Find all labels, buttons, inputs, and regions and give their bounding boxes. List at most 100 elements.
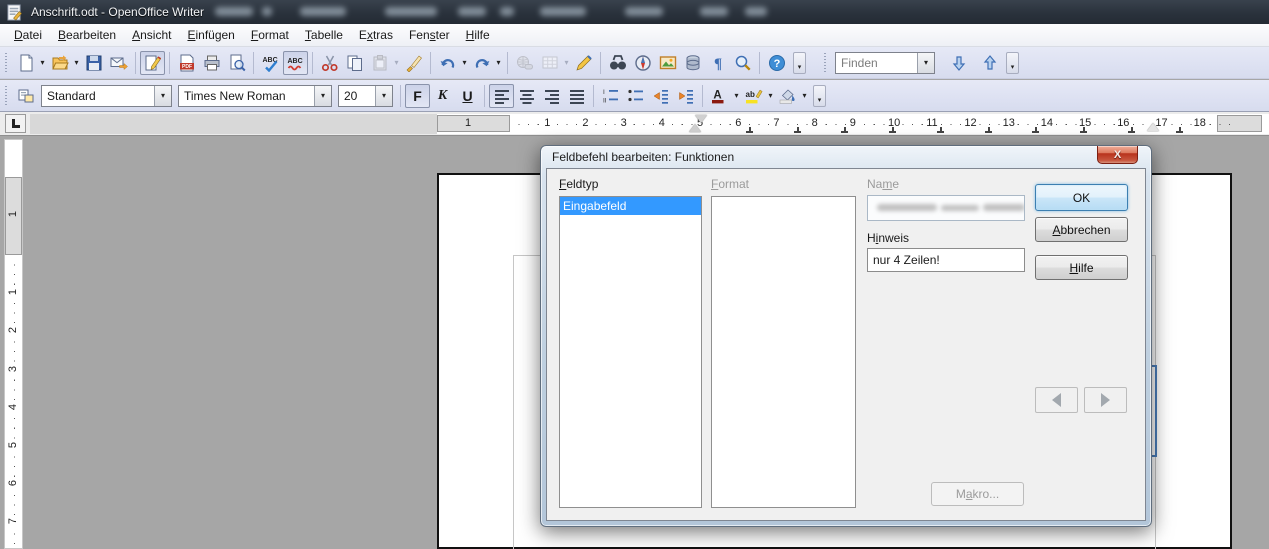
highlighting-button[interactable]: ab bbox=[741, 84, 766, 108]
numbered-list-button[interactable]: III bbox=[598, 84, 623, 108]
format-listbox[interactable] bbox=[711, 196, 856, 508]
zoom-button[interactable] bbox=[730, 51, 755, 75]
find-toolbar-grip[interactable] bbox=[823, 53, 828, 73]
font-color-dropdown[interactable]: ▾ bbox=[732, 91, 741, 100]
menu-einfgen[interactable]: Einfügen bbox=[179, 25, 242, 45]
open-document-button[interactable] bbox=[47, 51, 72, 75]
auto-spellcheck-button[interactable]: ABC bbox=[283, 51, 308, 75]
dialog-title: Feldbefehl bearbeiten: Funktionen bbox=[552, 150, 734, 164]
menu-format[interactable]: Format bbox=[243, 25, 297, 45]
format-paintbrush-button[interactable] bbox=[401, 51, 426, 75]
highlighting-dropdown[interactable]: ▾ bbox=[766, 91, 775, 100]
font-color-button[interactable]: A bbox=[707, 84, 732, 108]
toolbar-overflow-button[interactable]: ▾ bbox=[813, 85, 826, 107]
tab-stop-marker[interactable] bbox=[1128, 129, 1135, 133]
feldtyp-listbox[interactable]: Eingabefeld bbox=[559, 196, 702, 508]
menu-tabelle[interactable]: Tabelle bbox=[297, 25, 351, 45]
tab-stop-marker[interactable] bbox=[937, 129, 944, 133]
tab-stop-marker[interactable] bbox=[1080, 129, 1087, 133]
tab-stop-marker[interactable] bbox=[746, 129, 753, 133]
ok-button[interactable]: OK bbox=[1035, 184, 1128, 211]
increase-indent-button[interactable] bbox=[673, 84, 698, 108]
find-next-button[interactable] bbox=[946, 51, 971, 75]
edit-mode-button[interactable] bbox=[140, 51, 165, 75]
menu-hilfe[interactable]: Hilfe bbox=[458, 25, 498, 45]
horizontal-ruler[interactable]: 1123456789101112131415161718 bbox=[30, 114, 1269, 134]
help-button[interactable]: ? bbox=[764, 51, 789, 75]
open-document-dropdown[interactable]: ▾ bbox=[72, 58, 81, 67]
undo-button[interactable] bbox=[435, 51, 460, 75]
print-button[interactable] bbox=[199, 51, 224, 75]
align-justify-button[interactable] bbox=[564, 84, 589, 108]
bullet-list-button[interactable] bbox=[623, 84, 648, 108]
tab-stop-marker[interactable] bbox=[1176, 129, 1183, 133]
font-name-dropdown[interactable]: ▾ bbox=[314, 86, 331, 106]
vertical-ruler[interactable]: 11234567 bbox=[4, 139, 23, 549]
font-name-combobox[interactable]: Times New Roman ▾ bbox=[178, 85, 332, 107]
dialog-close-button[interactable]: X bbox=[1097, 146, 1138, 164]
draw-functions-button[interactable] bbox=[571, 51, 596, 75]
tab-stop-marker[interactable] bbox=[1032, 129, 1039, 133]
menu-fenster[interactable]: Fenster bbox=[401, 25, 458, 45]
background-color-dropdown[interactable]: ▾ bbox=[800, 91, 809, 100]
underline-button[interactable]: U bbox=[455, 84, 480, 108]
font-name-value[interactable]: Times New Roman bbox=[179, 89, 314, 103]
italic-button[interactable]: K bbox=[430, 84, 455, 108]
data-sources-icon bbox=[684, 54, 702, 72]
toolbar-grip[interactable] bbox=[4, 86, 9, 106]
align-center-button[interactable] bbox=[514, 84, 539, 108]
tab-stop-marker[interactable] bbox=[841, 129, 848, 133]
menu-bearbeiten[interactable]: Bearbeiten bbox=[50, 25, 124, 45]
toolbar-grip[interactable] bbox=[4, 53, 9, 73]
tab-stop-marker[interactable] bbox=[985, 129, 992, 133]
find-combobox[interactable]: Finden ▾ bbox=[835, 52, 935, 74]
paragraph-style-value[interactable]: Standard bbox=[42, 89, 154, 103]
find-toolbar-overflow-button[interactable]: ▾ bbox=[1006, 52, 1019, 74]
gallery-button[interactable] bbox=[655, 51, 680, 75]
email-document-button[interactable] bbox=[106, 51, 131, 75]
toolbar-overflow-button[interactable]: ▾ bbox=[793, 52, 806, 74]
new-document-button[interactable] bbox=[13, 51, 38, 75]
bold-button[interactable]: F bbox=[405, 84, 430, 108]
formatting-marks-button[interactable]: ¶ bbox=[705, 51, 730, 75]
spellcheck-button[interactable]: ABC bbox=[258, 51, 283, 75]
paragraph-style-dropdown[interactable]: ▾ bbox=[154, 86, 171, 106]
background-color-button[interactable] bbox=[775, 84, 800, 108]
list-item[interactable]: Eingabefeld bbox=[560, 197, 701, 215]
svg-text:¶: ¶ bbox=[713, 56, 721, 72]
redo-dropdown[interactable]: ▾ bbox=[494, 58, 503, 67]
paragraph-style-combobox[interactable]: Standard ▾ bbox=[41, 85, 172, 107]
redo-button[interactable] bbox=[469, 51, 494, 75]
menu-ansicht[interactable]: Ansicht bbox=[124, 25, 179, 45]
cancel-button[interactable]: Abbrechen bbox=[1035, 217, 1128, 242]
find-dropdown-button[interactable]: ▾ bbox=[917, 53, 934, 73]
copy-button[interactable] bbox=[342, 51, 367, 75]
edit-mode-icon bbox=[144, 54, 162, 72]
find-input[interactable]: Finden bbox=[836, 56, 917, 70]
find-replace-button[interactable] bbox=[605, 51, 630, 75]
cut-button[interactable] bbox=[317, 51, 342, 75]
page-preview-button[interactable] bbox=[224, 51, 249, 75]
hinweis-input[interactable]: nur 4 Zeilen! bbox=[867, 248, 1025, 272]
data-sources-button[interactable] bbox=[680, 51, 705, 75]
styles-and-formatting-button[interactable] bbox=[13, 84, 38, 108]
align-left-button[interactable] bbox=[489, 84, 514, 108]
new-document-dropdown[interactable]: ▾ bbox=[38, 58, 47, 67]
menu-datei[interactable]: Datei bbox=[6, 25, 50, 45]
tab-type-selector-button[interactable] bbox=[5, 114, 26, 133]
help-button[interactable]: Hilfe bbox=[1035, 255, 1128, 280]
navigator-button[interactable] bbox=[630, 51, 655, 75]
menu-extras[interactable]: Extras bbox=[351, 25, 401, 45]
undo-dropdown[interactable]: ▾ bbox=[460, 58, 469, 67]
font-size-dropdown[interactable]: ▾ bbox=[375, 86, 392, 106]
align-right-button[interactable] bbox=[539, 84, 564, 108]
font-size-value[interactable]: 20 bbox=[339, 89, 375, 103]
tab-stop-marker[interactable] bbox=[889, 129, 896, 133]
vruler-number: 3 bbox=[7, 364, 19, 374]
save-document-button[interactable] bbox=[81, 51, 106, 75]
find-previous-button[interactable] bbox=[977, 51, 1002, 75]
decrease-indent-button[interactable] bbox=[648, 84, 673, 108]
export-pdf-button[interactable]: PDF bbox=[174, 51, 199, 75]
tab-stop-marker[interactable] bbox=[794, 129, 801, 133]
font-size-combobox[interactable]: 20 ▾ bbox=[338, 85, 393, 107]
